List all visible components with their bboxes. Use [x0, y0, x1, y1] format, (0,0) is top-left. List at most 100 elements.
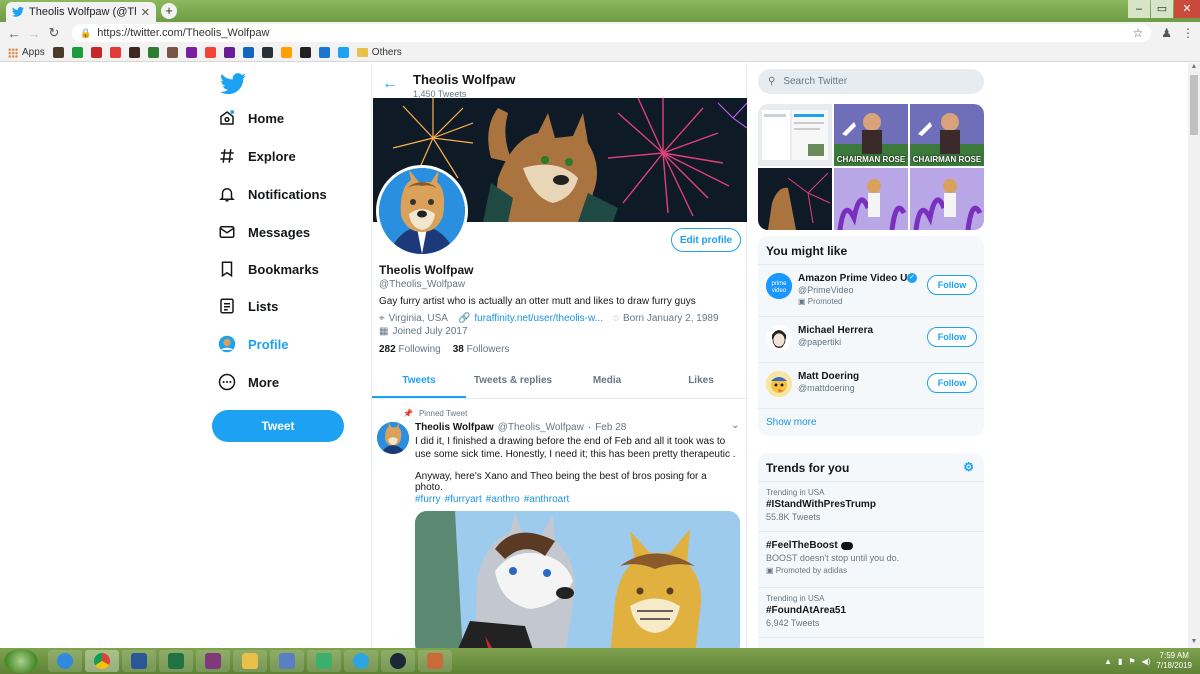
browser-tab[interactable]: Theolis Wolfpaw (@Theolis_Wol ✕ — [6, 2, 156, 22]
clock[interactable]: 7:59 AM 7/18/2019 — [1156, 651, 1192, 671]
nav-home[interactable]: Home — [218, 109, 284, 127]
bookmark-favicon-icon[interactable] — [299, 47, 311, 58]
nav-notifications[interactable]: Notifications — [218, 185, 327, 203]
tab-tweets[interactable]: Tweets — [372, 363, 466, 398]
media-thumb[interactable]: CHAIRMAN ROSE — [910, 104, 984, 166]
taskbar-ie[interactable] — [48, 650, 82, 672]
scroll-up-icon[interactable]: ▲ — [1188, 63, 1200, 73]
taskbar-paint[interactable] — [307, 650, 341, 672]
scroll-down-icon[interactable]: ▼ — [1188, 638, 1200, 648]
tray-arrow-icon[interactable]: ▲ — [1104, 657, 1112, 666]
website-link[interactable]: furaffinity.net/user/theolis-w... — [474, 313, 603, 324]
scrollbar-thumb[interactable] — [1190, 75, 1198, 135]
wtf-name[interactable]: Amazon Prime Video US — [798, 273, 914, 284]
bookmark-others[interactable]: Others — [356, 47, 402, 58]
bookmark-favicon-icon[interactable] — [242, 47, 254, 58]
taskbar-excel[interactable] — [159, 650, 193, 672]
tab-likes[interactable]: Likes — [654, 363, 748, 398]
tab-media[interactable]: Media — [560, 363, 654, 398]
bookmark-favicon-icon[interactable] — [261, 47, 273, 58]
new-tab-button[interactable]: + — [161, 3, 177, 19]
taskbar-word[interactable] — [122, 650, 156, 672]
hashtag-link[interactable]: #furryart — [445, 494, 482, 505]
media-thumb[interactable] — [834, 168, 908, 230]
show-more-link[interactable]: Show more — [758, 409, 984, 436]
menu-dots-icon[interactable]: ⋮ — [1182, 26, 1194, 40]
tweet-date[interactable]: Feb 28 — [595, 422, 626, 433]
media-thumb[interactable] — [758, 168, 832, 230]
tray-flag-icon[interactable]: ⚑ — [1128, 657, 1135, 666]
wtf-row[interactable]: Michael Herrera @papertiki Follow — [758, 317, 984, 363]
wtf-name[interactable]: Michael Herrera — [798, 325, 873, 336]
star-icon[interactable]: ☆ — [1132, 26, 1143, 40]
bookmark-favicon-icon[interactable] — [109, 47, 121, 58]
tweet-button[interactable]: Tweet — [212, 410, 344, 442]
forward-arrow-icon[interactable]: → — [26, 26, 42, 41]
media-thumb[interactable]: CHAIRMAN ROSE — [834, 104, 908, 166]
tweet-media[interactable] — [415, 511, 740, 648]
extension-icon[interactable]: ♟ — [1161, 26, 1172, 40]
reload-icon[interactable]: ↻ — [46, 25, 62, 41]
bookmark-favicon-icon[interactable] — [337, 47, 349, 58]
hashtag-link[interactable]: #anthroart — [524, 494, 570, 505]
bookmark-favicon-icon[interactable] — [204, 47, 216, 58]
taskbar-steam[interactable] — [381, 650, 415, 672]
tab-tweets-replies[interactable]: Tweets & replies — [466, 363, 560, 398]
bookmark-favicon-icon[interactable] — [185, 47, 197, 58]
wtf-row[interactable]: Matt Doering @mattdoering Follow — [758, 363, 984, 409]
page-scrollbar[interactable]: ▲ ▼ — [1188, 63, 1200, 648]
nav-bookmarks[interactable]: Bookmarks — [218, 260, 319, 278]
back-arrow-icon[interactable]: ← — [382, 75, 398, 93]
wtf-name[interactable]: Matt Doering — [798, 371, 859, 382]
taskbar-onenote[interactable] — [196, 650, 230, 672]
taskbar-game[interactable] — [418, 650, 452, 672]
nav-profile[interactable]: Profile — [218, 335, 288, 353]
url-input[interactable]: 🔒 https://twitter.com/Theolis_Wolfpaw ☆ — [72, 24, 1152, 42]
gear-icon[interactable]: ⚙ — [963, 460, 974, 474]
bookmark-favicon-icon[interactable] — [280, 47, 292, 58]
taskbar-explorer[interactable] — [233, 650, 267, 672]
bookmark-favicon-icon[interactable] — [318, 47, 330, 58]
tray-network-icon[interactable]: ▮ — [1118, 657, 1122, 666]
bookmark-favicon-icon[interactable] — [71, 47, 83, 58]
back-arrow-icon[interactable]: ← — [6, 26, 22, 41]
pinned-tweet[interactable]: 📌 Pinned Tweet Theolis Wolfpaw @Theolis_… — [372, 400, 748, 648]
trend-item[interactable]: Trending in USA #FoundAtArea51 6,942 Twe… — [758, 588, 984, 638]
tweet-author-name[interactable]: Theolis Wolfpaw — [415, 422, 494, 433]
taskbar-telegram[interactable] — [344, 650, 378, 672]
maximize-icon[interactable]: ▭ — [1151, 0, 1173, 18]
website-item[interactable]: 🔗 furaffinity.net/user/theolis-w... — [458, 313, 603, 324]
following-link[interactable]: 282 Following — [379, 344, 441, 355]
tab-close-icon[interactable]: ✕ — [141, 6, 150, 19]
taskbar-chrome[interactable] — [85, 650, 119, 672]
twitter-bird-icon[interactable] — [220, 73, 246, 95]
nav-explore[interactable]: Explore — [218, 147, 296, 165]
followers-link[interactable]: 38 Followers — [453, 344, 510, 355]
nav-lists[interactable]: Lists — [218, 297, 278, 315]
trend-item[interactable]: #FeelTheBoost BOOST doesn't stop until y… — [758, 532, 984, 588]
hashtag-link[interactable]: #anthro — [486, 494, 520, 505]
tweet-avatar[interactable] — [377, 422, 409, 454]
follow-button[interactable]: Follow — [927, 275, 977, 295]
wtf-row[interactable]: prime video Amazon Prime Video US ✓ @Prim… — [758, 265, 984, 317]
window-close-icon[interactable]: ✕ — [1174, 0, 1200, 18]
nav-more[interactable]: More — [218, 373, 279, 391]
chevron-down-icon[interactable]: ⌄ — [731, 420, 739, 431]
bookmark-favicon-icon[interactable] — [128, 47, 140, 58]
follow-button[interactable]: Follow — [927, 327, 977, 347]
search-input[interactable]: ⚲ Search Twitter — [758, 69, 984, 94]
edit-profile-button[interactable]: Edit profile — [671, 228, 741, 252]
trend-item[interactable]: Trending in USA #IStandWithPresTrump 55.… — [758, 482, 984, 532]
bookmark-favicon-icon[interactable] — [52, 47, 64, 58]
tray-volume-icon[interactable]: ◀) — [1142, 657, 1151, 666]
nav-messages[interactable]: Messages — [218, 223, 310, 241]
taskbar-tool[interactable] — [270, 650, 304, 672]
media-thumb[interactable] — [910, 168, 984, 230]
bookmark-apps[interactable]: Apps — [8, 47, 45, 58]
profile-avatar[interactable] — [376, 165, 468, 257]
minimize-icon[interactable]: – — [1128, 0, 1150, 18]
start-button[interactable] — [4, 649, 38, 673]
media-thumb[interactable] — [758, 104, 832, 166]
bookmark-favicon-icon[interactable] — [90, 47, 102, 58]
bookmark-favicon-icon[interactable] — [166, 47, 178, 58]
